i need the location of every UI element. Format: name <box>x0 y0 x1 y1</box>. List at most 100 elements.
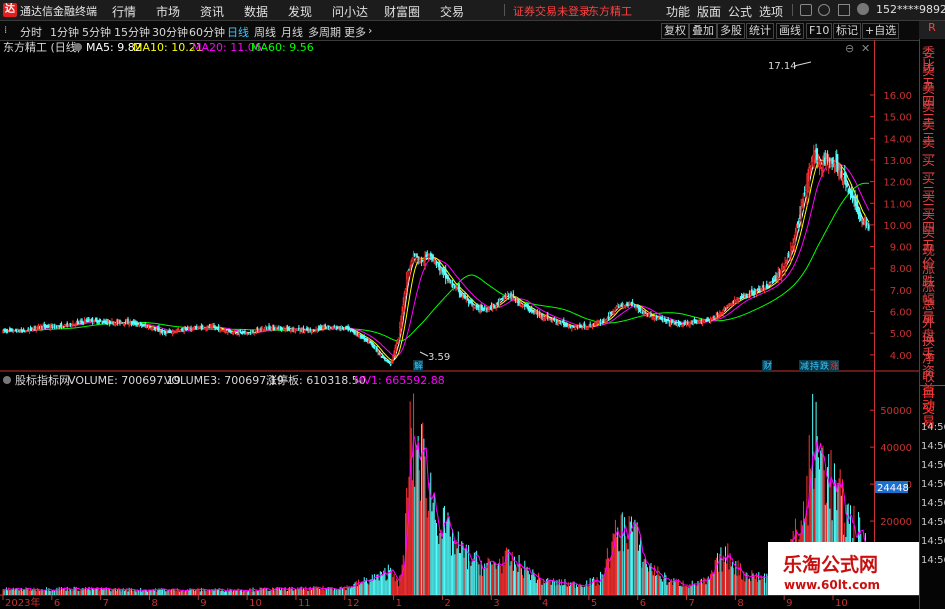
period-5min[interactable]: 5分钟 <box>82 24 111 40</box>
price-tick-label: 7.00 <box>890 286 912 297</box>
menu-item-discover[interactable]: 发现 <box>288 3 312 20</box>
tool-statistics[interactable]: 统计 <box>746 23 774 39</box>
volume-bar <box>612 533 614 595</box>
volume-bar <box>722 555 724 595</box>
volume-bar <box>672 584 674 595</box>
add-watchlist-button[interactable]: +自选 <box>862 23 900 39</box>
event-tag-finance[interactable]: 财 <box>763 360 772 372</box>
volume-bar <box>331 588 333 595</box>
tool-overlay[interactable]: 叠加 <box>689 23 717 39</box>
screen-icon[interactable] <box>800 4 812 16</box>
event-tag-unlock[interactable]: 解 <box>414 360 423 372</box>
volume-bar <box>580 584 582 595</box>
avatar[interactable] <box>857 3 869 15</box>
indicator-settings-icon[interactable] <box>3 376 11 384</box>
volume-bar <box>148 589 150 595</box>
menu-item-market[interactable]: 行情 <box>112 3 136 20</box>
event-tag-hold[interactable]: 持 <box>810 360 819 372</box>
close-pane-icon[interactable]: ✕ <box>861 42 870 55</box>
candle-body <box>409 267 411 273</box>
volume-bar <box>449 536 451 595</box>
volume-bar <box>760 575 762 595</box>
candle-body <box>863 220 866 222</box>
period-15min[interactable]: 15分钟 <box>114 24 150 40</box>
volume-bar <box>759 580 761 595</box>
menu-item-function[interactable]: 功能 <box>666 3 690 20</box>
menu-item-data[interactable]: 数据 <box>244 3 268 20</box>
volume-bar <box>635 523 637 595</box>
volume-bar <box>338 589 340 595</box>
menu-item-layout[interactable]: 版面 <box>697 3 721 20</box>
kline-chart[interactable]: 4.00 5.00 6.00 7.00 8.00 9.00 10.00 11.00 12.00 1… <box>0 40 919 609</box>
menu-item-wealth[interactable]: 财富圈 <box>384 3 420 20</box>
volume-bar <box>642 561 644 595</box>
message-icon[interactable] <box>818 4 830 16</box>
volume-bar <box>554 581 556 595</box>
period-more[interactable]: 更多 <box>344 24 366 40</box>
menu-item-marketplace[interactable]: 市场 <box>156 3 180 20</box>
volume-bar <box>51 590 53 595</box>
candle-body <box>30 327 33 330</box>
volume-bar <box>340 586 342 595</box>
candle-body <box>71 324 73 327</box>
menu-item-ask[interactable]: 问小达 <box>332 3 368 20</box>
volume-bar <box>557 584 559 595</box>
tool-drawline[interactable]: 画线 <box>776 23 804 39</box>
menu-item-formula[interactable]: 公式 <box>728 3 752 20</box>
period-60min[interactable]: 60分钟 <box>189 24 225 40</box>
event-tag-reduce[interactable]: 减 <box>800 360 809 372</box>
volume-bar <box>462 542 464 595</box>
event-tag-fall[interactable]: 跌 <box>820 361 829 372</box>
volume-bar <box>156 591 158 595</box>
volume-bar <box>627 549 629 595</box>
trade-login-warning[interactable]: 证券交易未登录 <box>513 3 590 19</box>
price-tick-label: 8.00 <box>890 264 912 275</box>
candle-body <box>564 324 566 327</box>
volume-bar <box>577 586 579 595</box>
period-30min[interactable]: 30分钟 <box>152 24 188 40</box>
candle-body <box>252 330 254 333</box>
indicator-settings-icon[interactable] <box>74 43 82 51</box>
volume-bar <box>445 532 447 595</box>
settings-icon[interactable] <box>838 4 850 16</box>
volume-bar <box>125 589 127 595</box>
volume-bar <box>721 571 723 595</box>
volume-bar <box>71 590 73 595</box>
volume-bar <box>83 589 85 595</box>
tool-adjust[interactable]: 复权 <box>661 23 689 39</box>
volume-bar <box>593 577 595 595</box>
tool-mark[interactable]: 标记 <box>833 23 861 39</box>
period-weekly[interactable]: 周线 <box>254 24 276 40</box>
volume-bar <box>726 563 728 595</box>
volume-bar <box>423 438 425 595</box>
volume-bar <box>622 551 624 595</box>
volume-bar <box>316 588 318 595</box>
volume-bar <box>422 422 424 595</box>
date-tick-label: 11 <box>298 598 311 609</box>
tick-time: 14:56 <box>921 536 945 547</box>
user-account[interactable]: 152****9892 <box>876 3 945 16</box>
tool-multi-stock[interactable]: 多股 <box>717 23 745 39</box>
menu-item-options[interactable]: 选项 <box>759 3 783 20</box>
volume-bar <box>319 588 321 595</box>
volume-bar <box>436 523 437 595</box>
period-intraday[interactable]: 分时 <box>20 24 42 40</box>
zoom-icon[interactable]: ⊖ <box>845 42 854 55</box>
menu-item-news[interactable]: 资讯 <box>200 3 224 20</box>
candle-body <box>402 304 405 312</box>
volume-bar <box>119 589 121 595</box>
menu-item-trade[interactable]: 交易 <box>440 3 464 20</box>
candle-body <box>614 307 617 311</box>
event-tag-rise[interactable]: 涨 <box>830 361 839 372</box>
period-monthly[interactable]: 月线 <box>281 24 303 40</box>
period-daily[interactable]: 日线 <box>227 24 249 40</box>
period-multi[interactable]: 多周期 <box>308 24 341 40</box>
tool-f10[interactable]: F10 <box>806 23 833 39</box>
candle-body <box>503 297 505 301</box>
candle-body <box>376 346 378 352</box>
candle-body <box>397 337 400 343</box>
quote-panel-toggle[interactable]: R <box>919 21 945 39</box>
volume-bar <box>93 589 95 595</box>
volume-bar <box>42 590 44 595</box>
period-1min[interactable]: 1分钟 <box>50 24 79 40</box>
